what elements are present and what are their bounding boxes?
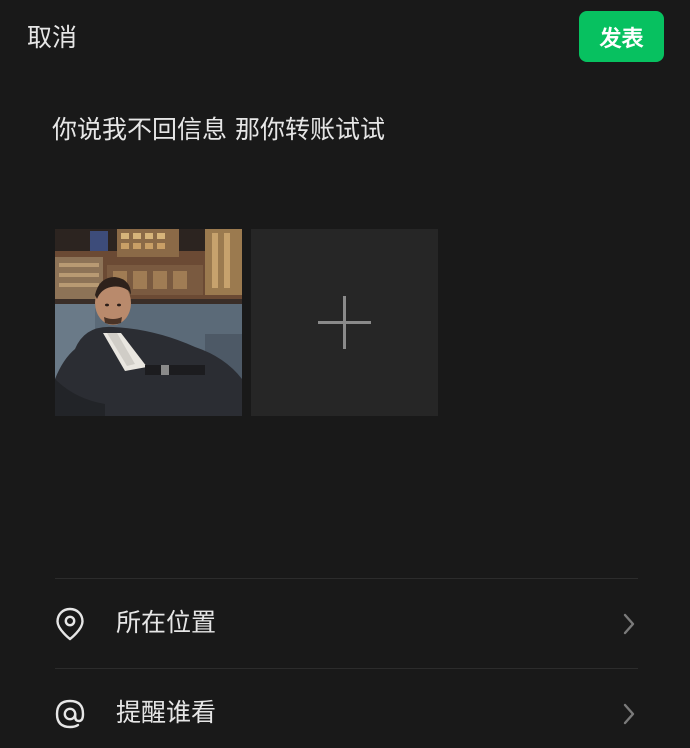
moments-compose-screen: 取消 发表 你说我不回信息 那你转账试试 所在位置 提醒谁看: [0, 0, 690, 748]
divider: [55, 578, 638, 579]
attached-photo-thumbnail[interactable]: [55, 229, 242, 416]
publish-button[interactable]: 发表: [579, 11, 664, 62]
location-pin-icon: [56, 607, 84, 641]
remind-who-label: 提醒谁看: [116, 698, 217, 727]
add-media-button[interactable]: [251, 229, 438, 416]
post-text-input[interactable]: 你说我不回信息 那你转账试试: [52, 112, 652, 148]
chevron-right-icon: [623, 613, 635, 635]
remind-who-row[interactable]: 提醒谁看: [0, 670, 690, 748]
at-sign-icon: [55, 699, 85, 729]
top-bar: 取消 发表: [0, 0, 690, 80]
chevron-right-icon: [623, 703, 635, 725]
location-row[interactable]: 所在位置: [0, 580, 690, 668]
photo-image: [55, 229, 242, 416]
divider: [55, 668, 638, 669]
location-label: 所在位置: [116, 608, 217, 637]
cancel-button[interactable]: 取消: [27, 20, 77, 56]
